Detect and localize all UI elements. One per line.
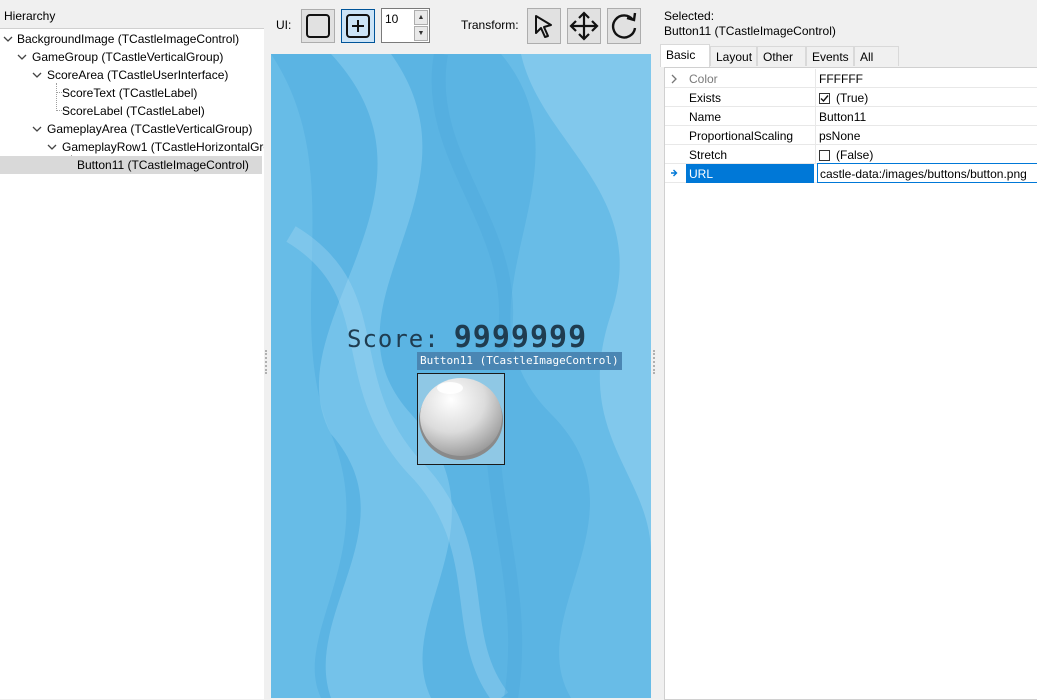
rotate-icon xyxy=(611,12,637,39)
move-arrows-icon xyxy=(569,11,599,41)
prop-value: (False) xyxy=(836,148,874,162)
tree-item-scorelabel[interactable]: ScoreLabel (TCastleLabel) xyxy=(0,102,262,120)
prop-row-exists[interactable]: Exists (True) xyxy=(665,88,1037,107)
rect-select-button[interactable] xyxy=(301,9,335,43)
add-child-icon xyxy=(346,14,370,38)
spin-down-button[interactable]: ▼ xyxy=(414,26,428,41)
chevron-down-icon[interactable] xyxy=(3,35,13,43)
hierarchy-tree[interactable]: BackgroundImage (TCastleImageControl) Ga… xyxy=(0,28,264,699)
prop-row-name[interactable]: Name Button11 xyxy=(665,107,1037,126)
score-area[interactable]: Score: 9999999 xyxy=(347,320,587,355)
url-edit-field[interactable]: castle-data:/images/buttons/button.png xyxy=(817,163,1037,183)
chevron-down-icon[interactable] xyxy=(47,143,57,151)
transform-label: Transform: xyxy=(461,18,519,32)
prop-name: Stretch xyxy=(689,148,728,162)
spin-value[interactable]: 10 xyxy=(385,12,398,26)
prop-row-proportionalscaling[interactable]: ProportionalScaling psNone xyxy=(665,126,1037,145)
button11-image[interactable] xyxy=(417,373,505,465)
tree-item-button11[interactable]: Button11 (TCastleImageControl) xyxy=(0,156,262,174)
tab-all[interactable]: All xyxy=(854,46,899,66)
design-preview[interactable]: Score: 9999999 Button11 (TCastleImageCont… xyxy=(271,54,651,698)
tree-item-label: BackgroundImage (TCastleImageControl) xyxy=(17,32,240,46)
divider xyxy=(815,107,816,126)
hierarchy-header: Hierarchy xyxy=(0,0,264,28)
prop-row-color[interactable]: Color FFFFFF xyxy=(665,69,1037,88)
tree-item-gamegroup[interactable]: GameGroup (TCastleVerticalGroup) xyxy=(0,48,262,66)
tree-item-label: GameplayArea (TCastleVerticalGroup) xyxy=(47,122,253,136)
stretch-checkbox[interactable] xyxy=(819,150,830,161)
spin-up-button[interactable]: ▲ xyxy=(414,10,428,25)
divider xyxy=(815,126,816,145)
divider xyxy=(815,88,816,107)
score-label[interactable]: 9999999 xyxy=(454,320,587,355)
tree-item-backgroundimage[interactable]: BackgroundImage (TCastleImageControl) xyxy=(0,30,262,48)
chevron-down-icon[interactable] xyxy=(17,53,27,61)
prop-value[interactable]: FFFFFF xyxy=(819,72,863,86)
tab-layout[interactable]: Layout xyxy=(710,46,757,66)
round-button-image xyxy=(419,378,503,460)
snap-spin-edit[interactable]: 10 ▲ ▼ xyxy=(381,8,430,43)
left-splitter[interactable] xyxy=(264,0,268,698)
prop-value: (True) xyxy=(836,91,869,105)
right-splitter[interactable] xyxy=(652,0,656,698)
rotate-tool-button[interactable] xyxy=(607,8,641,44)
splitter-grip xyxy=(653,350,656,374)
url-value[interactable]: castle-data:/images/buttons/button.png xyxy=(820,167,1027,181)
prop-value-wrap: (False) xyxy=(819,148,873,162)
checkmark-icon xyxy=(820,95,829,103)
property-grid[interactable]: Color FFFFFF Exists (True) Name Button11… xyxy=(664,67,1037,700)
chevron-down-icon[interactable] xyxy=(32,71,42,79)
divider xyxy=(815,145,816,164)
chevron-down-icon[interactable] xyxy=(32,125,42,133)
prop-row-stretch[interactable]: Stretch (False) xyxy=(665,145,1037,164)
tab-events[interactable]: Events xyxy=(806,46,854,66)
selection-tag: Button11 (TCastleImageControl) xyxy=(417,352,622,370)
tree-item-label: ScoreArea (TCastleUserInterface) xyxy=(47,68,229,82)
rect-select-icon xyxy=(306,14,330,38)
prop-row-url[interactable]: URL castle-data:/images/buttons/button.p… xyxy=(665,163,1037,183)
selected-caption: Selected: Button11 (TCastleImageControl) xyxy=(664,9,836,39)
current-row-arrow-icon xyxy=(670,167,678,181)
select-arrow-icon xyxy=(535,15,552,38)
prop-name: ProportionalScaling xyxy=(689,129,794,143)
tree-item-label: ScoreText (TCastleLabel) xyxy=(62,86,198,100)
prop-name: Name xyxy=(689,110,722,124)
tree-item-scorearea[interactable]: ScoreArea (TCastleUserInterface) xyxy=(0,66,262,84)
tree-item-gameplayrow1[interactable]: GameplayRow1 (TCastleHorizontalGro xyxy=(0,138,264,156)
tree-item-label: GameplayRow1 (TCastleHorizontalGro xyxy=(62,140,264,154)
splitter-grip xyxy=(265,350,268,374)
prop-name: URL xyxy=(689,167,714,181)
exists-checkbox[interactable] xyxy=(819,93,830,104)
tree-item-label: GameGroup (TCastleVerticalGroup) xyxy=(32,50,224,64)
chevron-right-icon[interactable] xyxy=(670,73,678,87)
hierarchy-title: Hierarchy xyxy=(4,9,56,23)
move-tool-button[interactable] xyxy=(567,8,601,44)
tree-item-gameplayarea[interactable]: GameplayArea (TCastleVerticalGroup) xyxy=(0,120,262,138)
tab-basic[interactable]: Basic xyxy=(660,44,710,67)
tree-item-label: ScoreLabel (TCastleLabel) xyxy=(62,104,205,118)
prop-value-wrap: (True) xyxy=(819,91,868,105)
divider xyxy=(815,69,816,88)
select-tool-button[interactable] xyxy=(527,8,561,44)
prop-name: Color xyxy=(689,72,718,86)
ui-label: UI: xyxy=(276,18,292,32)
prop-value[interactable]: psNone xyxy=(819,129,860,143)
selected-name: Button11 (TCastleImageControl) xyxy=(664,24,836,38)
score-text[interactable]: Score: xyxy=(347,325,440,353)
prop-name: Exists xyxy=(689,91,722,105)
tab-other[interactable]: Other xyxy=(757,46,806,66)
tree-item-scoretext[interactable]: ScoreText (TCastleLabel) xyxy=(0,84,262,102)
tree-item-label: Button11 (TCastleImageControl) xyxy=(77,158,249,172)
prop-value[interactable]: Button11 xyxy=(819,110,866,124)
add-child-button[interactable] xyxy=(341,9,375,43)
selected-label: Selected: xyxy=(664,9,715,23)
